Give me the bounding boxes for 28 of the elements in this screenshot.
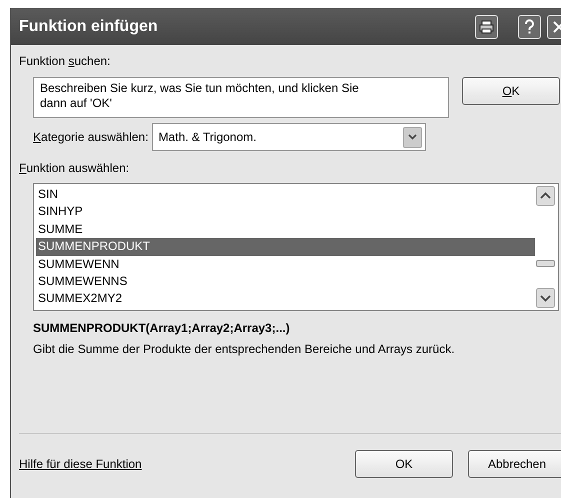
cancel-button[interactable]: Abbrechen: [468, 450, 561, 478]
function-item[interactable]: SUMMEWENNS: [36, 272, 535, 290]
category-dropdown[interactable]: Math. & Trigonom.: [152, 123, 426, 151]
close-icon: [552, 20, 561, 32]
printer-icon: [479, 20, 494, 34]
function-signature: SUMMENPRODUKT(Array1;Array2;Array3;...): [33, 321, 291, 335]
scroll-thumb[interactable]: [536, 260, 555, 267]
scroll-down-icon[interactable]: [536, 288, 555, 308]
window-title: Funktion einfügen: [19, 18, 159, 36]
function-item[interactable]: SUMMENPRODUKT: [36, 238, 535, 256]
scroll-up-icon[interactable]: [536, 186, 555, 206]
help-link[interactable]: Hilfe für diese Funktion: [19, 457, 355, 471]
help-icon: [524, 18, 535, 34]
function-item[interactable]: SUMME: [36, 220, 535, 238]
function-description: Gibt die Summe der Produkte der entsprechenden Bereiche und Arrays zurück.: [33, 342, 456, 356]
function-item[interactable]: SUMMEWENN: [36, 256, 535, 273]
function-item[interactable]: SUMMEX2MY2: [36, 290, 535, 308]
search-label: Funktion suchen:: [19, 54, 112, 68]
scrollbar[interactable]: [535, 186, 556, 308]
ok-button[interactable]: OK: [355, 450, 453, 478]
function-item[interactable]: SIN: [36, 186, 535, 204]
print-button[interactable]: [475, 14, 498, 38]
function-item[interactable]: SINHYP: [36, 203, 535, 221]
search-field[interactable]: Beschreiben Sie kurz, was Sie tun möchten, und klicken Sie dann auf 'OK': [33, 77, 449, 118]
help-button[interactable]: [518, 14, 541, 38]
search-ok-button[interactable]: OK: [462, 77, 560, 105]
function-list-label: Funktion auswählen:: [19, 161, 130, 175]
category-label: Kategorie auswählen:: [33, 130, 148, 144]
